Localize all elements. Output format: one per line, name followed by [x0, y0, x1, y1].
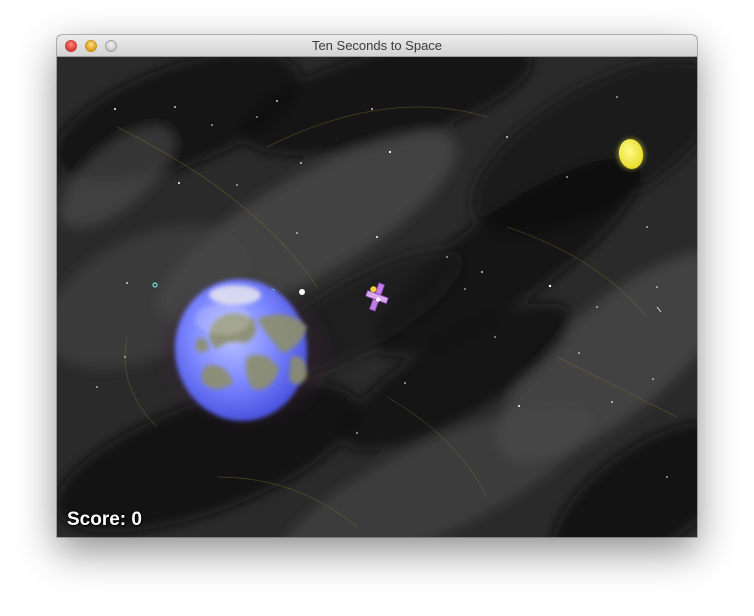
- space-scene: [57, 57, 697, 537]
- game-window: Ten Seconds to Space Score: 0: [57, 35, 697, 537]
- game-canvas[interactable]: Score: 0: [57, 57, 697, 537]
- title-bar[interactable]: Ten Seconds to Space: [57, 35, 697, 57]
- window-title: Ten Seconds to Space: [311, 38, 443, 53]
- score-label: Score: 0: [67, 509, 142, 530]
